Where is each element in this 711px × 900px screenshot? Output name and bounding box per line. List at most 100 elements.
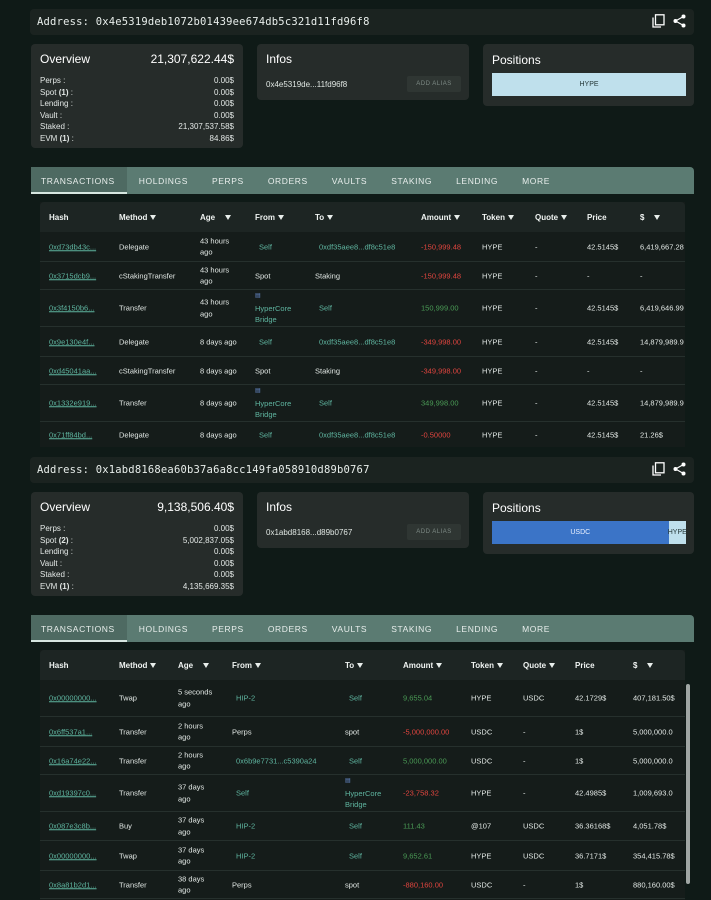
share-icon[interactable]: [673, 462, 686, 476]
filter-icon[interactable]: [436, 663, 443, 669]
tab-more[interactable]: MORE: [510, 615, 562, 642]
add-alias-button[interactable]: ADD ALIAS: [407, 524, 461, 540]
column-header[interactable]: From: [255, 213, 284, 222]
filter-icon[interactable]: [507, 215, 514, 221]
column-header[interactable]: Age: [178, 661, 210, 670]
column-header[interactable]: Token: [471, 661, 503, 670]
column-header[interactable]: Hash: [49, 213, 69, 222]
column-header[interactable]: Quote: [535, 213, 568, 222]
filter-icon[interactable]: [496, 663, 503, 669]
cell-from[interactable]: HIP-2: [236, 820, 255, 832]
filter-icon[interactable]: [549, 663, 556, 669]
tx-hash-link[interactable]: 0x71ff84bd...: [49, 429, 92, 441]
cell-from[interactable]: HIP-2: [236, 692, 255, 704]
tx-hash-link[interactable]: 0x00000000...: [49, 692, 97, 704]
tab-lending[interactable]: LENDING: [444, 615, 510, 642]
tab-staking[interactable]: STAKING: [379, 615, 444, 642]
filter-icon[interactable]: [203, 663, 210, 669]
filter-icon[interactable]: [255, 663, 261, 669]
cell-from[interactable]: ▤ HyperCore Bridge: [255, 386, 299, 421]
tx-hash-link[interactable]: 0x3f4150b6...: [49, 302, 94, 314]
cell-from[interactable]: Self: [259, 336, 272, 348]
tx-hash-link[interactable]: 0x8a81b2d1...: [49, 879, 97, 891]
column-header[interactable]: Amount: [421, 213, 461, 222]
bridge-label[interactable]: HyperCore Bridge: [345, 788, 381, 809]
tx-hash-link[interactable]: 0x16a74e22...: [49, 755, 97, 767]
cell-to[interactable]: 0xdf35aee8...df8c51e8: [319, 241, 395, 253]
cell-to[interactable]: Self: [349, 755, 362, 767]
tab-more[interactable]: MORE: [510, 167, 562, 194]
cell-to[interactable]: Self: [349, 850, 362, 862]
position-segment[interactable]: HYPE: [492, 73, 686, 96]
filter-icon[interactable]: [225, 215, 232, 221]
filter-icon[interactable]: [561, 215, 568, 221]
filter-icon[interactable]: [357, 663, 364, 669]
cell-from[interactable]: 0x6b9e7731...c5390a24: [236, 755, 317, 767]
column-header[interactable]: Price: [575, 661, 595, 670]
tab-transactions[interactable]: TRANSACTIONS: [31, 167, 127, 194]
cell-from[interactable]: Self: [259, 429, 272, 441]
filter-icon[interactable]: [150, 215, 157, 221]
bridge-label[interactable]: HyperCore Bridge: [255, 398, 291, 419]
overview-label-text: Perps :: [40, 524, 66, 533]
tab-perps[interactable]: PERPS: [200, 167, 256, 194]
column-header[interactable]: Token: [482, 213, 514, 222]
column-header[interactable]: To: [345, 661, 364, 670]
filter-icon[interactable]: [150, 663, 157, 669]
column-header[interactable]: To: [315, 213, 334, 222]
tab-holdings[interactable]: HOLDINGS: [127, 615, 200, 642]
cell-from[interactable]: Self: [236, 787, 249, 799]
cell-to[interactable]: ▤ HyperCore Bridge: [345, 776, 389, 811]
tab-vaults[interactable]: VAULTS: [320, 167, 379, 194]
tx-hash-link[interactable]: 0xd73db43c...: [49, 241, 96, 253]
tab-holdings[interactable]: HOLDINGS: [127, 167, 200, 194]
column-header[interactable]: Quote: [523, 661, 556, 670]
cell-to[interactable]: Self: [319, 302, 332, 314]
tx-hash-link[interactable]: 0x6ff537a1...: [49, 726, 92, 738]
filter-icon[interactable]: [654, 215, 661, 221]
tx-hash-link[interactable]: 0x9e130e4f...: [49, 336, 94, 348]
filter-icon[interactable]: [278, 215, 284, 221]
tx-hash-link[interactable]: 0x00000000...: [49, 850, 97, 862]
column-header[interactable]: Age: [200, 213, 232, 222]
add-alias-button[interactable]: ADD ALIAS: [407, 76, 461, 92]
cell-from[interactable]: Self: [259, 241, 272, 253]
tab-orders[interactable]: ORDERS: [256, 167, 320, 194]
tab-orders[interactable]: ORDERS: [256, 615, 320, 642]
position-segment[interactable]: USDC: [492, 521, 669, 544]
column-header[interactable]: $: [640, 213, 661, 222]
cell-to[interactable]: 0xdf35aee8...df8c51e8: [319, 336, 395, 348]
position-segment[interactable]: HYPE: [668, 521, 687, 544]
cell-to[interactable]: Self: [349, 820, 362, 832]
cell-from[interactable]: ▤ HyperCore Bridge: [255, 291, 299, 326]
tx-hash-link[interactable]: 0x1332e919...: [49, 397, 97, 409]
filter-icon[interactable]: [327, 215, 334, 221]
cell-to[interactable]: Self: [319, 397, 332, 409]
tx-hash-link[interactable]: 0x087e3c8b...: [49, 820, 96, 832]
tab-lending[interactable]: LENDING: [444, 167, 510, 194]
cell-to[interactable]: Self: [349, 692, 362, 704]
tx-hash-link[interactable]: 0xd19397c0...: [49, 787, 96, 799]
tab-staking[interactable]: STAKING: [379, 167, 444, 194]
cell-from[interactable]: HIP-2: [236, 850, 255, 862]
filter-icon[interactable]: [647, 663, 654, 669]
column-header[interactable]: From: [232, 661, 261, 670]
copy-icon[interactable]: [652, 14, 665, 28]
column-header[interactable]: $: [633, 661, 654, 670]
share-icon[interactable]: [673, 14, 686, 28]
column-header[interactable]: Method: [119, 213, 157, 222]
tab-transactions[interactable]: TRANSACTIONS: [31, 615, 127, 642]
column-header[interactable]: Amount: [403, 661, 443, 670]
tab-vaults[interactable]: VAULTS: [320, 615, 379, 642]
bridge-label[interactable]: HyperCore Bridge: [255, 303, 291, 324]
filter-icon[interactable]: [454, 215, 461, 221]
column-header[interactable]: Price: [587, 213, 607, 222]
tab-perps[interactable]: PERPS: [200, 615, 256, 642]
column-header[interactable]: Method: [119, 661, 157, 670]
cell-to[interactable]: 0xdf35aee8...df8c51e8: [319, 429, 395, 441]
table-scrollbar[interactable]: [686, 684, 690, 884]
tx-hash-link[interactable]: 0x3715dcb9...: [49, 270, 96, 282]
column-header[interactable]: Hash: [49, 661, 69, 670]
tx-hash-link[interactable]: 0xd45041aa...: [49, 365, 97, 377]
copy-icon[interactable]: [652, 462, 665, 476]
